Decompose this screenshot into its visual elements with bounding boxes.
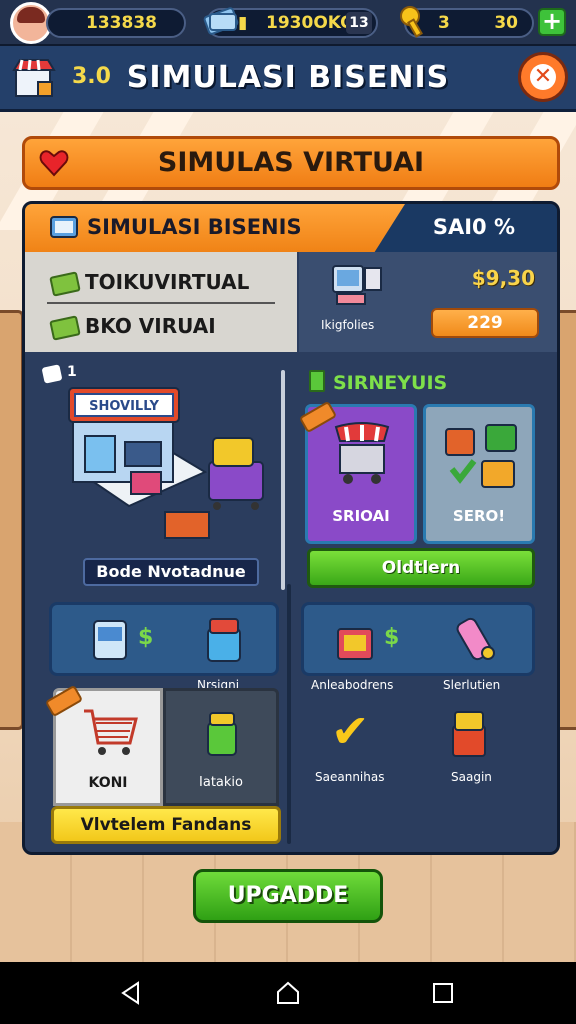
system-nav-bar (0, 962, 576, 1024)
keys-label: 3 (438, 13, 450, 33)
stat-line-2: BKO VIRUAI (85, 314, 216, 338)
cash-counter: ▮ 1930OKO 13 (203, 7, 378, 38)
store-building-icon: SHOVILLY (68, 387, 210, 539)
fridge-icon (93, 620, 127, 660)
boxes-icon (445, 424, 517, 488)
service-card-boxes[interactable]: SERO! (423, 404, 535, 544)
coins-counter: 133838 (46, 8, 186, 38)
cash-stack-icon (203, 7, 239, 35)
store-sign-text: SHOVILLY (89, 399, 159, 414)
stats-detail: $9,30 Ikigfolies 229 (299, 252, 557, 352)
scrollbar[interactable] (281, 370, 285, 590)
recents-icon[interactable] (430, 980, 456, 1006)
resource-bar: 133838 ▮ 1930OKO 13 3 30 + (0, 0, 576, 46)
close-button[interactable]: ✕ (518, 52, 568, 102)
title-bar: 3.0 SIMULASI BISENIS ✕ (0, 46, 576, 112)
cash-icon (49, 271, 81, 297)
cash-icon (49, 315, 81, 341)
add-currency-button[interactable]: + (538, 8, 566, 36)
badge-count: 1 (67, 364, 77, 380)
book-icon (50, 216, 78, 238)
action-caption: Saagin (451, 770, 492, 784)
tag-icon (41, 364, 63, 384)
stat-caption: Ikigfolies (321, 318, 375, 332)
action-caption: Saeannihas (315, 770, 385, 784)
cash-value: 1930OKO (266, 13, 355, 33)
cash-value-display: $9,30 (471, 266, 535, 290)
back-icon[interactable] (118, 980, 144, 1006)
card-label: SERO! (452, 507, 506, 525)
gift-box-icon[interactable] (449, 708, 489, 762)
shopping-cart-icon (84, 709, 138, 755)
key-icon (400, 6, 423, 38)
jar-icon (207, 618, 241, 662)
bottle-icon (456, 617, 495, 661)
product-card-jar[interactable]: Iatakio (163, 688, 279, 806)
card-label: SRIOAI (332, 507, 390, 525)
mode-banner: SIMULAS VIRTUAI (22, 136, 560, 190)
dollar-icon: $ (138, 625, 154, 650)
computer-icon (332, 265, 382, 305)
checkmark-icon[interactable]: ✔ (331, 704, 370, 758)
coins-value: 133838 (86, 13, 157, 33)
keys-value: 30 (494, 13, 518, 33)
market-cart-icon (334, 422, 390, 484)
home-icon[interactable] (275, 980, 301, 1006)
store-name-label: Bode Nvotadnue (83, 558, 259, 586)
banner-title: SIMULAS VIRTUAI (157, 147, 425, 178)
stat-chip[interactable]: 229 (431, 308, 539, 338)
slot-caption: Anleabodrens (311, 678, 394, 692)
keys-counter: 3 30 (400, 6, 534, 38)
product-slot[interactable]: $ (49, 602, 279, 676)
upgrade-button[interactable]: UPGADDE (193, 869, 383, 923)
scroll-track (287, 584, 291, 844)
panel-title: SIMULASI BISENIS (87, 215, 302, 239)
close-icon: ✕ (530, 64, 556, 90)
honey-jar-icon (207, 712, 237, 756)
shelf-left (0, 310, 24, 730)
card-label: Iatakio (199, 775, 243, 790)
stat-line-1: TOIKUVIRTUAL (85, 270, 250, 294)
page-title: SIMULASI BISENIS (126, 60, 450, 95)
business-panel: SIMULASI BISENIS SAI0 % TOIKUVIRTUAL BKO… (22, 201, 560, 855)
service-slot[interactable]: $ (301, 602, 535, 676)
view-items-button[interactable]: Vlvtelem Fandans (51, 806, 281, 844)
confirm-button[interactable]: Oldtlern (307, 548, 535, 588)
panel-header: SIMULASI BISENIS SAI0 % (25, 204, 557, 252)
services-heading: SIRNEYUIS (333, 372, 448, 394)
panel-score: SAI0 % (432, 215, 515, 239)
cart-icon (208, 437, 264, 510)
crate-icon (337, 628, 373, 660)
list-icon (309, 370, 325, 392)
dollar-icon: $ (384, 625, 400, 650)
cash-badge: 13 (346, 12, 372, 34)
stats-summary: TOIKUVIRTUAL BKO VIRUAI (25, 252, 297, 352)
slot-caption: Slerlutien (443, 678, 501, 692)
card-label: KONI (88, 775, 128, 791)
